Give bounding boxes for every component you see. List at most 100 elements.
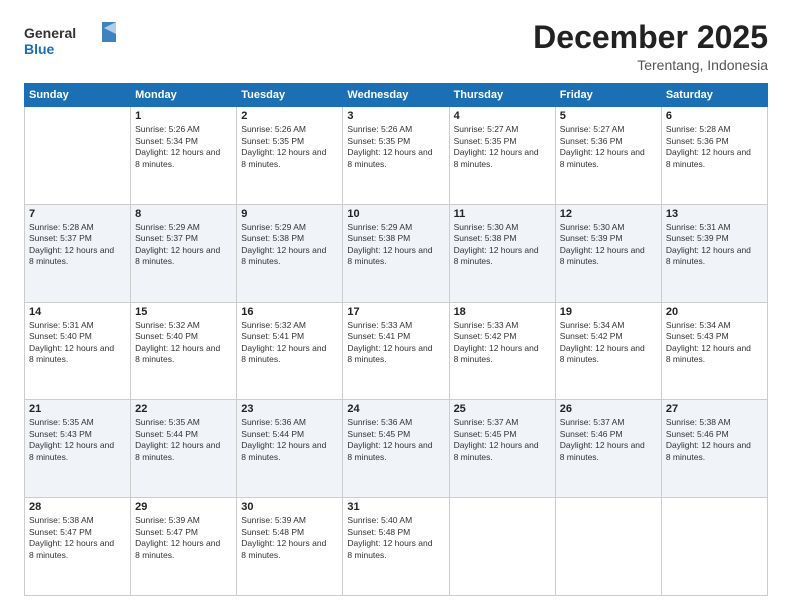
day-number: 26 xyxy=(560,403,657,415)
day-number: 17 xyxy=(347,306,444,318)
table-row: 14 Sunrise: 5:31 AMSunset: 5:40 PMDayligh… xyxy=(25,302,131,400)
day-info: Sunrise: 5:30 AMSunset: 5:38 PMDaylight:… xyxy=(454,222,551,268)
day-info: Sunrise: 5:37 AMSunset: 5:45 PMDaylight:… xyxy=(454,417,551,463)
table-row: 10Sunrise: 5:29 AMSunset: 5:38 PMDayligh… xyxy=(343,204,449,302)
table-row: 22Sunrise: 5:35 AMSunset: 5:44 PMDayligh… xyxy=(131,400,237,498)
day-info: Sunrise: 5:37 AMSunset: 5:46 PMDaylight:… xyxy=(560,417,657,463)
day-number: 7 xyxy=(29,208,126,220)
calendar-table: Sunday Monday Tuesday Wednesday Thursday… xyxy=(24,83,768,596)
day-number: 28 xyxy=(29,501,126,513)
col-thursday: Thursday xyxy=(449,84,555,107)
table-row: 20 Sunrise: 5:34 AMSunset: 5:43 PMDayligh… xyxy=(661,302,767,400)
table-row: 26 Sunrise: 5:37 AMSunset: 5:46 PMDayligh… xyxy=(555,400,661,498)
day-number: 18 xyxy=(454,306,551,318)
day-info: Sunrise: 5:27 AMSunset: 5:35 PMDaylight:… xyxy=(454,124,551,170)
day-info: Sunrise: 5:34 AMSunset: 5:43 PMDaylight:… xyxy=(666,320,763,366)
day-info: Sunrise: 5:31 AMSunset: 5:39 PMDaylight:… xyxy=(666,222,763,268)
day-info: Sunrise: 5:30 AMSunset: 5:39 PMDaylight:… xyxy=(560,222,657,268)
calendar-week-row: 14 Sunrise: 5:31 AMSunset: 5:40 PMDayligh… xyxy=(25,302,768,400)
page: General Blue December 2025 Terentang, In… xyxy=(0,0,792,612)
day-info: Sunrise: 5:40 AMSunset: 5:48 PMDaylight:… xyxy=(347,515,444,561)
table-row: 28 Sunrise: 5:38 AMSunset: 5:47 PMDayligh… xyxy=(25,498,131,596)
table-row: 3Sunrise: 5:26 AMSunset: 5:35 PMDaylight… xyxy=(343,107,449,205)
col-tuesday: Tuesday xyxy=(237,84,343,107)
day-info: Sunrise: 5:33 AMSunset: 5:41 PMDaylight:… xyxy=(347,320,444,366)
col-monday: Monday xyxy=(131,84,237,107)
table-row: 19 Sunrise: 5:34 AMSunset: 5:42 PMDayligh… xyxy=(555,302,661,400)
day-number: 29 xyxy=(135,501,232,513)
logo-svg: General Blue xyxy=(24,20,134,62)
day-info: Sunrise: 5:33 AMSunset: 5:42 PMDaylight:… xyxy=(454,320,551,366)
day-info: Sunrise: 5:34 AMSunset: 5:42 PMDaylight:… xyxy=(560,320,657,366)
day-info: Sunrise: 5:29 AMSunset: 5:38 PMDaylight:… xyxy=(241,222,338,268)
calendar-week-row: 21 Sunrise: 5:35 AMSunset: 5:43 PMDayligh… xyxy=(25,400,768,498)
day-info: Sunrise: 5:38 AMSunset: 5:46 PMDaylight:… xyxy=(666,417,763,463)
table-row: 16Sunrise: 5:32 AMSunset: 5:41 PMDayligh… xyxy=(237,302,343,400)
table-row: 23 Sunrise: 5:36 AMSunset: 5:44 PMDayligh… xyxy=(237,400,343,498)
day-number: 23 xyxy=(241,403,338,415)
table-row: 11 Sunrise: 5:30 AMSunset: 5:38 PMDayligh… xyxy=(449,204,555,302)
col-friday: Friday xyxy=(555,84,661,107)
table-row: 4 Sunrise: 5:27 AMSunset: 5:35 PMDaylight… xyxy=(449,107,555,205)
col-saturday: Saturday xyxy=(661,84,767,107)
day-number: 24 xyxy=(347,403,444,415)
calendar-week-row: 7 Sunrise: 5:28 AMSunset: 5:37 PMDaylight… xyxy=(25,204,768,302)
col-wednesday: Wednesday xyxy=(343,84,449,107)
day-number: 19 xyxy=(560,306,657,318)
table-row xyxy=(661,498,767,596)
table-row xyxy=(555,498,661,596)
month-title: December 2025 xyxy=(533,20,768,55)
day-number: 30 xyxy=(241,501,338,513)
table-row: 15Sunrise: 5:32 AMSunset: 5:40 PMDayligh… xyxy=(131,302,237,400)
day-number: 9 xyxy=(241,208,338,220)
day-number: 6 xyxy=(666,110,763,122)
day-info: Sunrise: 5:38 AMSunset: 5:47 PMDaylight:… xyxy=(29,515,126,561)
day-info: Sunrise: 5:36 AMSunset: 5:44 PMDaylight:… xyxy=(241,417,338,463)
day-info: Sunrise: 5:28 AMSunset: 5:37 PMDaylight:… xyxy=(29,222,126,268)
day-number: 10 xyxy=(347,208,444,220)
table-row: 25Sunrise: 5:37 AMSunset: 5:45 PMDayligh… xyxy=(449,400,555,498)
svg-text:General: General xyxy=(24,25,76,41)
day-number: 1 xyxy=(135,110,232,122)
day-number: 20 xyxy=(666,306,763,318)
day-info: Sunrise: 5:32 AMSunset: 5:41 PMDaylight:… xyxy=(241,320,338,366)
day-info: Sunrise: 5:29 AMSunset: 5:37 PMDaylight:… xyxy=(135,222,232,268)
table-row: 17 Sunrise: 5:33 AMSunset: 5:41 PMDayligh… xyxy=(343,302,449,400)
day-number: 14 xyxy=(29,306,126,318)
table-row: 6 Sunrise: 5:28 AMSunset: 5:36 PMDaylight… xyxy=(661,107,767,205)
table-row: 5Sunrise: 5:27 AMSunset: 5:36 PMDaylight… xyxy=(555,107,661,205)
calendar-week-row: 1 Sunrise: 5:26 AMSunset: 5:34 PMDaylight… xyxy=(25,107,768,205)
day-info: Sunrise: 5:35 AMSunset: 5:44 PMDaylight:… xyxy=(135,417,232,463)
svg-text:Blue: Blue xyxy=(24,41,55,57)
day-number: 5 xyxy=(560,110,657,122)
day-number: 21 xyxy=(29,403,126,415)
day-number: 4 xyxy=(454,110,551,122)
day-info: Sunrise: 5:26 AMSunset: 5:35 PMDaylight:… xyxy=(241,124,338,170)
table-row xyxy=(25,107,131,205)
day-info: Sunrise: 5:28 AMSunset: 5:36 PMDaylight:… xyxy=(666,124,763,170)
logo-text: General Blue xyxy=(24,20,134,67)
day-number: 27 xyxy=(666,403,763,415)
table-row: 21 Sunrise: 5:35 AMSunset: 5:43 PMDayligh… xyxy=(25,400,131,498)
table-row: 30 Sunrise: 5:39 AMSunset: 5:48 PMDayligh… xyxy=(237,498,343,596)
table-row: 24Sunrise: 5:36 AMSunset: 5:45 PMDayligh… xyxy=(343,400,449,498)
table-row: 2 Sunrise: 5:26 AMSunset: 5:35 PMDaylight… xyxy=(237,107,343,205)
table-row xyxy=(449,498,555,596)
location-title: Terentang, Indonesia xyxy=(533,57,768,73)
day-info: Sunrise: 5:35 AMSunset: 5:43 PMDaylight:… xyxy=(29,417,126,463)
day-number: 2 xyxy=(241,110,338,122)
day-info: Sunrise: 5:31 AMSunset: 5:40 PMDaylight:… xyxy=(29,320,126,366)
table-row: 29Sunrise: 5:39 AMSunset: 5:47 PMDayligh… xyxy=(131,498,237,596)
calendar-header-row: Sunday Monday Tuesday Wednesday Thursday… xyxy=(25,84,768,107)
day-info: Sunrise: 5:26 AMSunset: 5:34 PMDaylight:… xyxy=(135,124,232,170)
table-row: 18 Sunrise: 5:33 AMSunset: 5:42 PMDayligh… xyxy=(449,302,555,400)
day-info: Sunrise: 5:39 AMSunset: 5:48 PMDaylight:… xyxy=(241,515,338,561)
day-number: 15 xyxy=(135,306,232,318)
day-number: 11 xyxy=(454,208,551,220)
table-row: 27 Sunrise: 5:38 AMSunset: 5:46 PMDayligh… xyxy=(661,400,767,498)
logo: General Blue xyxy=(24,20,134,67)
table-row: 8Sunrise: 5:29 AMSunset: 5:37 PMDaylight… xyxy=(131,204,237,302)
day-number: 3 xyxy=(347,110,444,122)
table-row: 9 Sunrise: 5:29 AMSunset: 5:38 PMDaylight… xyxy=(237,204,343,302)
title-block: December 2025 Terentang, Indonesia xyxy=(533,20,768,73)
